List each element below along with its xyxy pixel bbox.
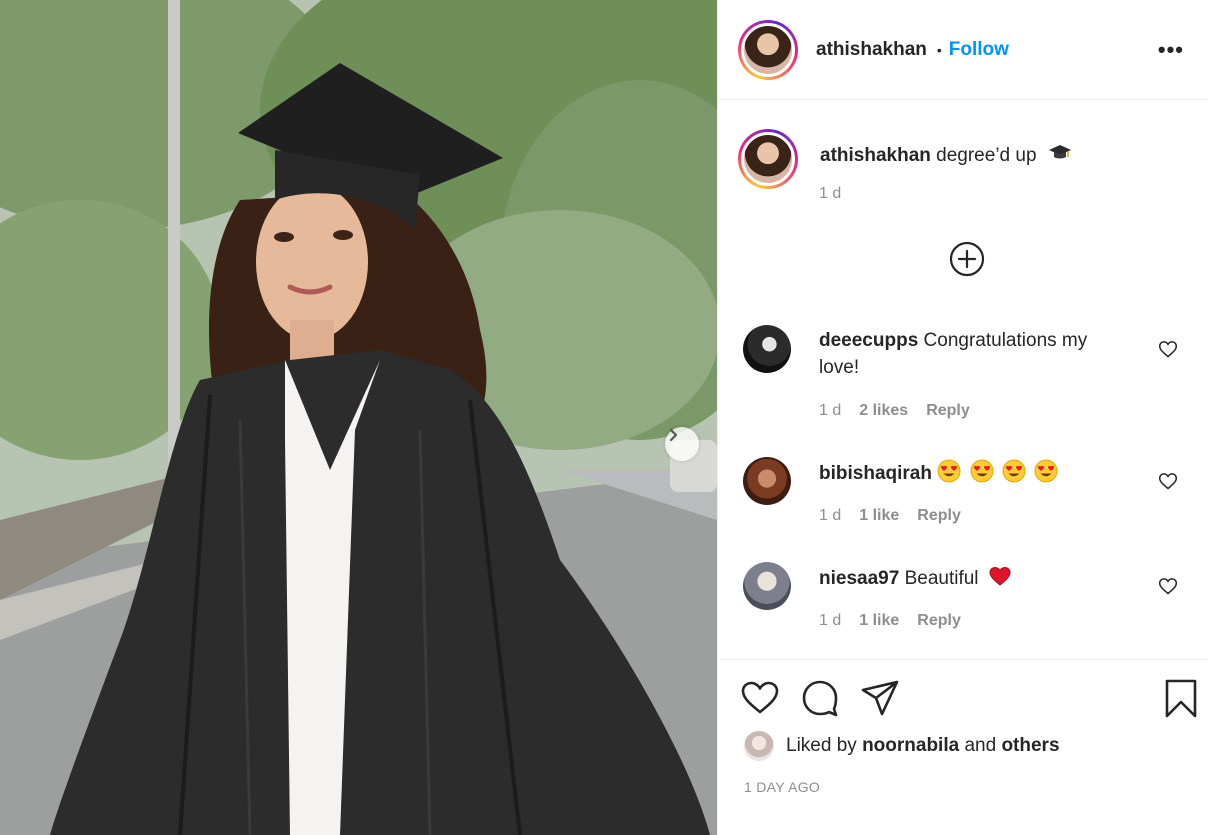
- heart-eyes-emoji-icon: [1002, 459, 1026, 483]
- next-photo-button[interactable]: [665, 427, 699, 461]
- more-options-icon[interactable]: •••: [1158, 37, 1184, 63]
- comment-item: bibishaqirah 1 d 1 like Reply: [743, 457, 1203, 537]
- comment-item: deeecupps Congratulations my love! 1 d 2…: [743, 325, 1203, 425]
- caption-time: 1 d: [819, 185, 842, 202]
- caption-avatar[interactable]: [741, 132, 795, 186]
- post-header: athishakhan • Follow •••: [718, 0, 1208, 100]
- like-heart-icon[interactable]: [740, 678, 780, 718]
- reply-button[interactable]: Reply: [917, 612, 961, 630]
- graduation-cap-icon: [1048, 145, 1071, 159]
- comment-likes[interactable]: 1 like: [859, 612, 899, 630]
- author-avatar[interactable]: [741, 22, 795, 77]
- liked-others-link[interactable]: others: [1001, 735, 1059, 757]
- comment-username[interactable]: deeecupps: [819, 330, 918, 351]
- heart-eyes-emoji-icon: [970, 459, 994, 483]
- comment-time: 1 d: [819, 612, 842, 629]
- comment-time: 1 d: [819, 507, 842, 524]
- comment-like-heart-icon[interactable]: [1158, 576, 1178, 596]
- comment-avatar[interactable]: [743, 562, 791, 610]
- comments-section[interactable]: athishakhan degree’d up 1 d deeecupps Co…: [718, 101, 1208, 658]
- liked-prefix: Liked by: [786, 735, 857, 756]
- comment-avatar[interactable]: [743, 457, 791, 505]
- heart-eyes-emoji-icon: [937, 459, 961, 483]
- share-paper-plane-icon[interactable]: [860, 678, 900, 718]
- comment-item: niesaa97 Beautiful 1 d 1 like Reply: [743, 562, 1203, 642]
- post-timestamp[interactable]: 1 DAY AGO: [744, 779, 820, 795]
- comment-avatar[interactable]: [743, 325, 791, 373]
- post-photo[interactable]: [0, 0, 717, 835]
- comment-meta: 1 d 2 likes Reply: [819, 402, 970, 420]
- red-heart-emoji-icon: [989, 566, 1011, 586]
- comment-body: niesaa97 Beautiful: [819, 564, 1129, 592]
- heart-eyes-emoji-group: [937, 459, 1061, 484]
- comment-meta: 1 d 1 like Reply: [819, 507, 961, 525]
- plus-circle-icon[interactable]: [949, 241, 985, 277]
- caption-text: degree’d up: [936, 145, 1037, 166]
- liked-and: and: [964, 735, 997, 756]
- caption: athishakhan degree’d up: [738, 129, 1075, 189]
- comment-likes[interactable]: 1 like: [859, 507, 899, 525]
- liked-by-row: Liked by noornabila and others: [744, 731, 1060, 761]
- header-separator: •: [936, 41, 942, 58]
- reply-button[interactable]: Reply: [926, 402, 970, 420]
- photo-illustration: [0, 0, 717, 835]
- comment-body: bibishaqirah: [819, 459, 1129, 487]
- comment-username[interactable]: bibishaqirah: [819, 463, 932, 484]
- post-side-panel: athishakhan • Follow ••• athishakhan deg…: [717, 0, 1208, 835]
- liker-avatar[interactable]: [744, 731, 774, 761]
- author-username[interactable]: athishakhan: [816, 39, 927, 61]
- heart-eyes-emoji-icon: [1034, 459, 1058, 483]
- comment-username[interactable]: niesaa97: [819, 568, 899, 589]
- chevron-right-icon: [669, 428, 678, 442]
- instagram-post-dialog: athishakhan • Follow ••• athishakhan deg…: [0, 0, 1208, 835]
- caption-avatar-ring[interactable]: [738, 129, 798, 189]
- liked-user-link[interactable]: noornabila: [862, 735, 959, 757]
- comment-meta: 1 d 1 like Reply: [819, 612, 961, 630]
- comment-body: deeecupps Congratulations my love!: [819, 327, 1129, 381]
- comment-like-heart-icon[interactable]: [1158, 339, 1178, 359]
- reply-button[interactable]: Reply: [917, 507, 961, 525]
- comment-time: 1 d: [819, 402, 842, 419]
- author-avatar-ring[interactable]: [738, 19, 798, 80]
- save-bookmark-icon[interactable]: [1161, 678, 1201, 718]
- caption-text-row: athishakhan degree’d up: [820, 141, 1075, 189]
- follow-button[interactable]: Follow: [949, 39, 1009, 61]
- comment-bubble-icon[interactable]: [800, 678, 840, 718]
- comment-likes[interactable]: 2 likes: [859, 402, 908, 420]
- post-actions-footer: Liked by noornabila and others 1 DAY AGO: [718, 659, 1208, 835]
- comment-text: Beautiful: [904, 568, 979, 589]
- comment-like-heart-icon[interactable]: [1158, 471, 1178, 491]
- caption-username[interactable]: athishakhan: [820, 145, 931, 166]
